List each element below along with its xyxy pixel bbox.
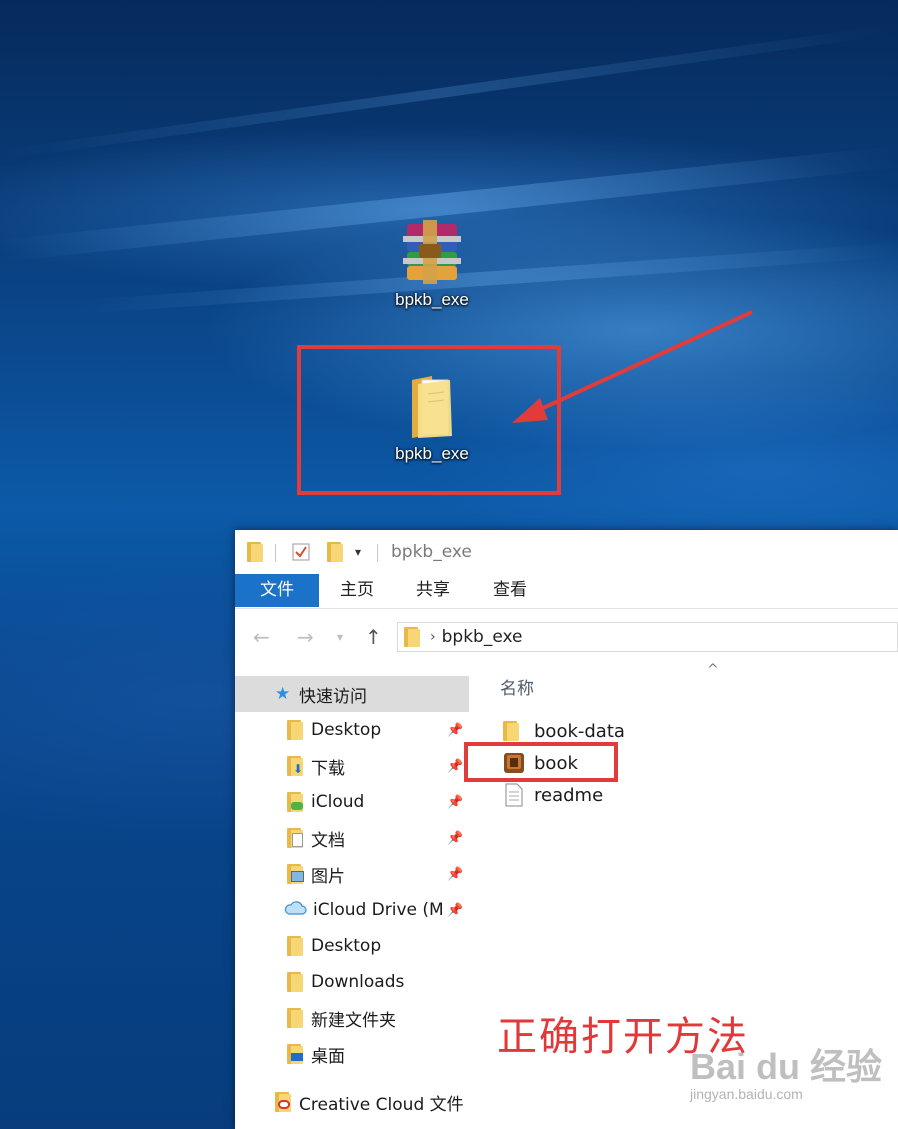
back-arrow-icon[interactable]: ← xyxy=(253,624,270,650)
chevron-down-icon[interactable]: ▾ xyxy=(355,540,361,564)
nav-item-label: 桌面 xyxy=(311,1046,345,1067)
nav-item-label: Downloads xyxy=(311,972,405,992)
nav-item-label: 图片 xyxy=(311,866,345,887)
folder-icon xyxy=(287,1006,303,1030)
nav-item-documents[interactable]: 文档 📌 xyxy=(235,820,469,856)
nav-item-label: iCloud xyxy=(311,792,365,812)
nav-item-creative-cloud[interactable]: Creative Cloud 文件 xyxy=(235,1084,469,1120)
nav-item-label: 下载 xyxy=(311,758,345,779)
folder-icon xyxy=(503,719,525,743)
file-row-readme[interactable]: readme xyxy=(503,780,603,810)
up-arrow-icon[interactable]: ↑ xyxy=(365,624,382,650)
folder-icon xyxy=(287,934,303,958)
folder-icon xyxy=(287,970,303,994)
arrow-head xyxy=(512,398,548,423)
address-path: bpkb_exe xyxy=(441,627,523,647)
watermark-brand: Bai du 经验 xyxy=(690,1046,883,1087)
address-bar[interactable]: › bpkb_exe xyxy=(397,622,898,652)
pictures-folder-icon xyxy=(287,862,304,886)
pin-icon[interactable]: 📌 xyxy=(447,759,463,774)
nav-item-label: Desktop xyxy=(311,936,382,956)
nav-item-downloads-2[interactable]: Downloads xyxy=(235,964,469,1000)
pin-icon[interactable]: 📌 xyxy=(447,795,463,810)
nav-item-label: Desktop xyxy=(311,720,382,740)
text-file-icon xyxy=(503,783,525,807)
pin-icon[interactable]: 📌 xyxy=(447,723,463,738)
pin-icon[interactable]: 📌 xyxy=(447,867,463,882)
nav-item-label: 文档 xyxy=(311,830,345,851)
nav-item-new-folder[interactable]: 新建文件夹 xyxy=(235,1000,469,1036)
sort-ascending-icon[interactable]: ^ xyxy=(707,662,719,678)
column-header-name[interactable]: 名称 xyxy=(500,674,534,699)
nav-item-icloud-drive[interactable]: iCloud Drive (M 📌 xyxy=(235,892,469,928)
navigation-pane: ★ 快速访问 Desktop 📌 ⬇ 下载 📌 iCloud 📌 文档 📌 图片… xyxy=(235,662,469,1129)
file-name: readme xyxy=(534,784,604,806)
nav-item-label: 新建文件夹 xyxy=(311,1010,396,1031)
nav-item-label: iCloud Drive (M xyxy=(313,900,444,920)
arrow-to-folder xyxy=(529,310,753,416)
star-icon: ★ xyxy=(275,684,291,704)
nav-item-desktop-cn[interactable]: 桌面 xyxy=(235,1036,469,1072)
tab-home[interactable]: 主页 xyxy=(325,574,389,607)
tab-share[interactable]: 共享 xyxy=(401,574,465,607)
forward-arrow-icon[interactable]: → xyxy=(297,624,314,650)
title-bar: ▾ bpkb_exe xyxy=(235,530,898,574)
ribbon-tabs: 文件 主页 共享 查看 xyxy=(235,574,898,609)
cloud-icon xyxy=(283,900,307,921)
pin-icon[interactable]: 📌 xyxy=(447,831,463,846)
folder-icon xyxy=(247,540,263,564)
nav-item-downloads[interactable]: ⬇ 下载 📌 xyxy=(235,748,469,784)
highlight-box-book xyxy=(464,742,618,782)
properties-check-icon[interactable] xyxy=(291,540,311,564)
documents-folder-icon xyxy=(287,826,303,850)
nav-item-desktop-2[interactable]: Desktop xyxy=(235,928,469,964)
window-title: bpkb_exe xyxy=(391,542,472,562)
chevron-right-icon: › xyxy=(430,629,436,645)
tab-file[interactable]: 文件 xyxy=(235,574,319,607)
creative-cloud-icon xyxy=(275,1090,293,1114)
address-row: ← → ▾ ↑ › bpkb_exe xyxy=(235,618,898,656)
pin-icon[interactable]: 📌 xyxy=(447,903,463,918)
folder-icon xyxy=(287,718,303,742)
nav-item-label: 快速访问 xyxy=(299,686,367,707)
tab-view[interactable]: 查看 xyxy=(478,574,542,607)
download-folder-icon: ⬇ xyxy=(287,754,303,778)
icloud-folder-icon xyxy=(287,790,303,814)
folder-icon xyxy=(404,625,420,649)
nav-item-quick-access[interactable]: ★ 快速访问 xyxy=(235,676,469,712)
watermark-url: jingyan.baidu.com xyxy=(690,1086,803,1102)
recent-locations-chevron-icon[interactable]: ▾ xyxy=(337,624,343,650)
nav-item-desktop[interactable]: Desktop 📌 xyxy=(235,712,469,748)
nav-item-pictures[interactable]: 图片 📌 xyxy=(235,856,469,892)
desktop-folder-icon xyxy=(287,1042,303,1066)
nav-item-icloud[interactable]: iCloud 📌 xyxy=(235,784,469,820)
new-folder-icon[interactable] xyxy=(327,540,343,564)
file-name: book-data xyxy=(534,720,625,742)
title-separator xyxy=(275,544,276,562)
title-separator xyxy=(377,544,378,562)
nav-item-label: Creative Cloud 文件 xyxy=(299,1094,464,1115)
